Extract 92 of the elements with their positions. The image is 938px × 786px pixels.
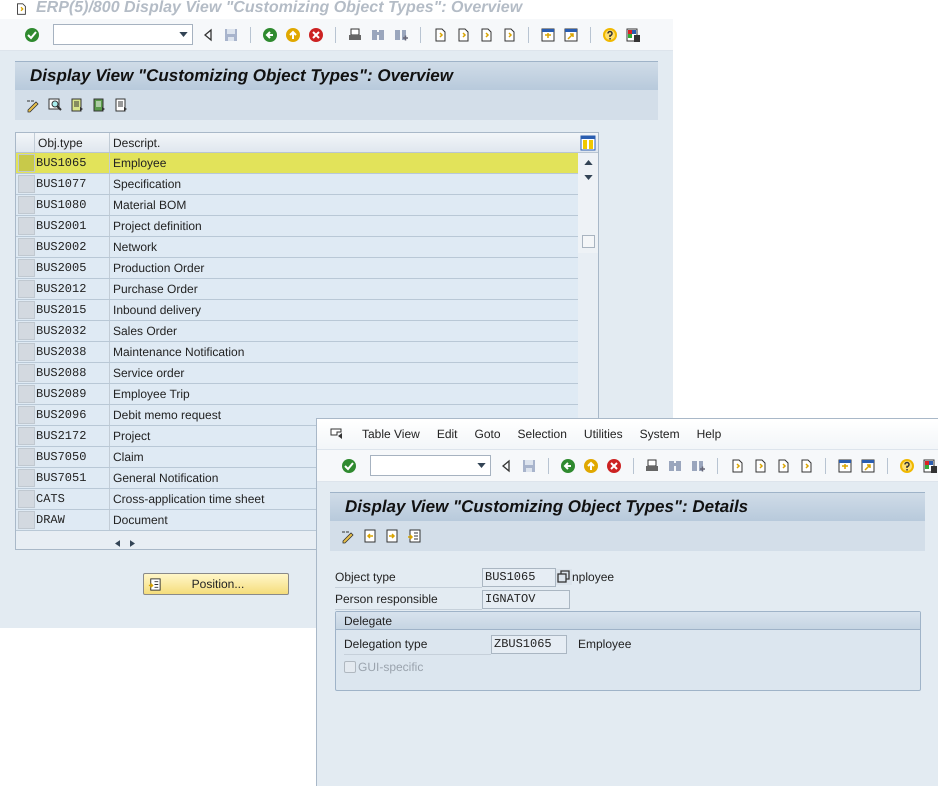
- table-cell: BUS2172: [35, 426, 110, 446]
- table-cell-text: Employee: [113, 155, 166, 172]
- table-cell: BUS2096: [35, 405, 110, 425]
- table-cell-text: Service order: [113, 365, 184, 382]
- table-cell: BUS2002: [35, 237, 110, 257]
- table-cell: BUS2005: [35, 258, 110, 278]
- table-cell-text: Debit memo request: [113, 407, 222, 424]
- table-cell-text: Material BOM: [113, 197, 186, 214]
- menu-item[interactable]: Help: [696, 425, 722, 443]
- position-icon: [147, 576, 162, 592]
- table-cell: BUS1065: [35, 153, 110, 173]
- table-cell: BUS2089: [35, 384, 110, 404]
- printer-icon[interactable]: [644, 458, 660, 474]
- table-cell: BUS1077: [35, 174, 110, 194]
- table-cell: BUS2015: [35, 300, 110, 320]
- table-cell: BUS2001: [35, 216, 110, 236]
- table-cell-text: Specification: [113, 176, 182, 193]
- input-field[interactable]: IGNATOV: [482, 590, 570, 608]
- table-cell: BUS7051: [35, 468, 110, 488]
- table-cell-text: Employee Trip: [113, 386, 190, 403]
- scroll-left-icon[interactable]: [115, 540, 120, 546]
- back-icon[interactable]: [560, 458, 576, 474]
- command-field[interactable]: [370, 455, 491, 476]
- table-cell: DRAW: [35, 510, 110, 530]
- command-field[interactable]: [53, 24, 193, 45]
- table-cell-text: Production Order: [113, 260, 204, 277]
- window-icon[interactable]: [540, 26, 556, 42]
- table-cell-text: Cross-application time sheet: [113, 491, 264, 508]
- table-cell: BUS1080: [35, 195, 110, 215]
- document-list-icon[interactable]: [113, 97, 129, 113]
- table-cell: BUS2012: [35, 279, 110, 299]
- cancel-icon[interactable]: [308, 26, 324, 42]
- document-list-icon[interactable]: [91, 97, 107, 113]
- table-cell-text: Claim: [113, 449, 144, 466]
- table-cell-text: Maintenance Notification: [113, 344, 244, 361]
- check-icon[interactable]: [24, 26, 40, 42]
- menu-item[interactable]: Edit: [436, 425, 458, 443]
- vertical-scrollbar[interactable]: [578, 153, 598, 253]
- menu-item[interactable]: System: [640, 425, 680, 443]
- input-field[interactable]: BUS1065: [482, 568, 556, 586]
- group-title: Delegate: [344, 614, 392, 628]
- screen-title: Display View "Customizing Object Types": Overview: [30, 65, 453, 88]
- layout-menu-icon[interactable]: [922, 458, 938, 474]
- cancel-icon[interactable]: [606, 458, 622, 474]
- column-header[interactable]: Obj.type: [35, 133, 110, 152]
- help-icon[interactable]: [899, 458, 916, 474]
- table-cell-text: Project: [113, 428, 150, 445]
- input-field[interactable]: ZBUS1065: [491, 634, 567, 654]
- document-list-icon[interactable]: [69, 97, 85, 113]
- column-header[interactable]: Descript.: [110, 133, 578, 152]
- shortcut-icon[interactable]: [563, 26, 579, 42]
- menu-item[interactable]: Selection: [518, 425, 567, 443]
- shortcut-icon[interactable]: [860, 458, 876, 474]
- printer-icon[interactable]: [347, 26, 363, 42]
- table-cell: BUS2038: [35, 342, 110, 362]
- screen-title: Display View "Customizing Object Types": Details: [345, 496, 748, 518]
- table-cell-text: Network: [113, 239, 158, 256]
- position-icon[interactable]: [406, 528, 422, 544]
- window-title: ERP(5)/800 Display View "Customizing Object Types": Overview: [36, 0, 522, 16]
- help-icon[interactable]: [602, 26, 618, 42]
- back-icon[interactable]: [262, 26, 278, 42]
- next-entry-icon[interactable]: [384, 528, 400, 544]
- field-description: Employee: [578, 636, 632, 653]
- checkbox-label: GUI-specific: [358, 659, 424, 676]
- table-cell-text: Sales Order: [113, 323, 178, 340]
- table-cell-text: Inbound delivery: [113, 302, 202, 319]
- dropdown-caret-icon[interactable]: [179, 32, 188, 37]
- column-settings-icon[interactable]: [580, 134, 596, 150]
- menu-item[interactable]: Goto: [474, 425, 501, 443]
- menu-item[interactable]: Table View: [362, 425, 420, 443]
- table-cell-text: Document: [113, 512, 168, 529]
- table-cell: BUS2088: [35, 363, 110, 383]
- table-cell-text: General Notification: [113, 470, 218, 487]
- scroll-right-icon[interactable]: [130, 540, 135, 546]
- window-icon[interactable]: [837, 458, 854, 474]
- position-button[interactable]: Position...: [143, 573, 289, 595]
- scroll-up-icon[interactable]: [584, 160, 592, 165]
- menu-item[interactable]: Utilities: [584, 425, 623, 443]
- scroll-down-icon[interactable]: [584, 175, 592, 180]
- table-cell: CATS: [35, 489, 110, 509]
- field-description: nployee: [572, 569, 614, 586]
- layout-menu-icon[interactable]: [625, 26, 641, 42]
- copy-icon[interactable]: [556, 569, 572, 585]
- command-field-icon[interactable]: [329, 426, 345, 442]
- table-cell: BUS2032: [35, 321, 110, 341]
- previous-entry-icon[interactable]: [362, 528, 378, 544]
- scroll-thumb[interactable]: [582, 235, 594, 248]
- magnifier-icon[interactable]: [47, 97, 63, 113]
- table-cell: BUS7050: [35, 447, 110, 467]
- check-icon[interactable]: [341, 458, 357, 474]
- table-cell-text: Purchase Order: [113, 281, 198, 298]
- table-cell-text: Project definition: [113, 218, 202, 235]
